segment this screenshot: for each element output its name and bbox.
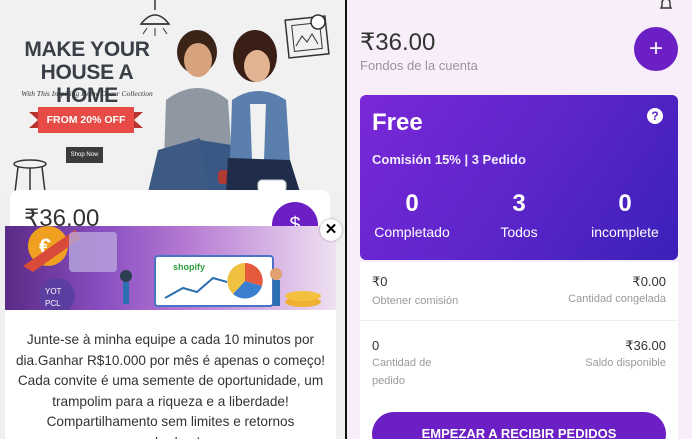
frozen-label: Cantidad congelada (568, 293, 666, 305)
start-orders-button[interactable]: EMPEZAR A RECIBIR PEDIDOS (372, 412, 666, 439)
bell-icon[interactable] (658, 0, 674, 12)
stat-value: 0 (618, 190, 632, 217)
stat-label: incomplete (591, 224, 659, 240)
stat-total: 3 Todos (469, 190, 569, 240)
stat-label: Todos (500, 224, 538, 240)
close-icon[interactable]: ✕ (320, 219, 342, 241)
orders-value: 0 (372, 338, 380, 353)
stat-completed: 0 Completado (362, 190, 462, 240)
stat-label: Completado (374, 224, 450, 240)
available-value: ₹36.00 (625, 338, 666, 353)
left-app-screen: MAKE YOUR HOUSE A HOME With This Inspiri… (0, 0, 345, 439)
stat-incomplete: 0 incomplete (575, 190, 675, 240)
ecommerce-illustration: € YOT PCL shopify (23, 226, 321, 310)
commission-label: Obtener comisión (372, 295, 459, 307)
plan-name: Free (372, 109, 423, 136)
orders-label: Cantidad de pedido (372, 357, 432, 387)
banner-label-yot: YOT (45, 287, 62, 296)
help-icon[interactable]: ? (647, 108, 663, 124)
popup-message: Junte-se à minha equipe a cada 10 minuto… (15, 332, 326, 439)
account-balance-label: Fondos de la cuenta (360, 58, 478, 73)
stat-value: 0 (405, 190, 419, 217)
right-app-screen: ₹36.00 Fondos de la cuenta + Free ? Comi… (347, 0, 692, 439)
couple-photo (148, 30, 300, 192)
details-row-commission: ₹0 Obtener comisión ₹0.00 Cantidad conge… (360, 262, 678, 321)
add-funds-button[interactable]: + (634, 27, 678, 71)
promo-popup: € YOT PCL shopify Junte-se à minha equip… (5, 226, 336, 439)
stat-value: 3 (512, 190, 526, 217)
discount-ribbon: FROM 20% OFF (29, 107, 143, 133)
plan-commission: Comisión 15% | 3 Pedido (372, 152, 526, 167)
promo-banner[interactable]: MAKE YOUR HOUSE A HOME With This Inspiri… (0, 0, 345, 192)
plan-card: Free ? Comisión 15% | 3 Pedido 0 Complet… (360, 95, 678, 260)
frozen-value: ₹0.00 (632, 274, 666, 289)
available-label: Saldo disponible (585, 357, 666, 369)
account-balance: ₹36.00 (360, 29, 436, 56)
shop-now-button[interactable]: Shop Now (66, 147, 103, 163)
banner-tagline: With This Inspiring Home Decor Collectio… (21, 89, 153, 98)
banner-label-pcl: PCL (45, 299, 61, 308)
stool-icon (13, 159, 47, 192)
commission-value: ₹0 (372, 274, 388, 289)
shopify-label: shopify (173, 262, 205, 272)
popup-banner-image: € YOT PCL shopify (5, 226, 336, 310)
